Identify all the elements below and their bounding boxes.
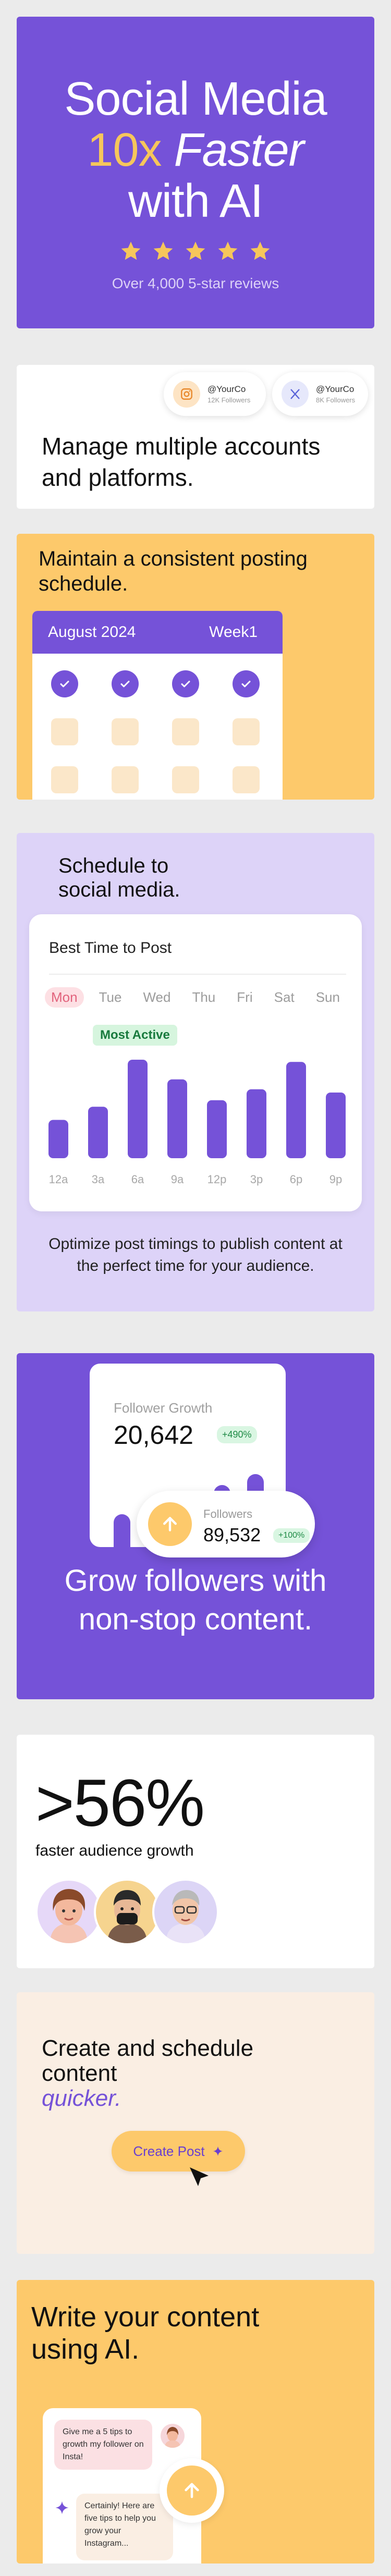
account-handle: @YourCo — [316, 384, 355, 394]
chart-tick-label: 3a — [92, 1173, 105, 1186]
calendar-grid — [51, 670, 261, 793]
growth-section: Follower Growth 20,642 +490% Followers 8… — [17, 1353, 374, 1699]
avatar — [161, 2424, 185, 2448]
stat-section: >56% faster audience growth — [17, 1735, 374, 1968]
chart-bar-12p — [207, 1100, 227, 1158]
account-chip-instagram[interactable]: @YourCo 12K Followers — [164, 372, 266, 416]
check-icon[interactable] — [172, 670, 199, 697]
check-icon[interactable] — [233, 670, 260, 697]
calendar-day[interactable] — [51, 718, 78, 745]
calendar-day[interactable] — [172, 766, 199, 793]
followers-change-badge: +100% — [273, 1528, 310, 1543]
calendar-day[interactable] — [112, 718, 139, 745]
create-post-button[interactable]: Create Post — [112, 2131, 245, 2172]
best-time-title: Schedule to social media. — [58, 854, 180, 901]
x-icon — [282, 381, 309, 408]
account-handle: @YourCo — [207, 384, 246, 394]
reviews-text: Over 4,000 5-star reviews — [112, 275, 279, 291]
create-title: Create and schedule content quicker. — [42, 2036, 261, 2111]
calendar-month: August 2024 — [48, 623, 136, 641]
instagram-icon — [173, 381, 200, 408]
growth-percentage: >56% — [35, 1766, 205, 1841]
calendar-day[interactable] — [51, 766, 78, 793]
hero-section: Social Media 10x Faster with AI Over 4,0… — [17, 17, 374, 328]
schedule-title: Maintain a consistent posting schedule. — [39, 547, 308, 595]
calendar-day[interactable] — [172, 718, 199, 745]
hero-title-line2: 10x Faster — [17, 124, 374, 176]
account-chip-x[interactable]: @YourCo 8K Followers — [272, 372, 368, 416]
best-time-caption: Optimize post timings to publish content… — [48, 1235, 343, 1274]
write-title: Write your content using AI. — [31, 2301, 260, 2365]
schedule-section: Maintain a consistent posting schedule. … — [17, 534, 374, 800]
chart-tick-label: 6p — [290, 1173, 302, 1186]
hero-highlight: 10x — [87, 124, 162, 176]
chart-tick-label: 6a — [131, 1173, 144, 1186]
write-section: Write your content using AI. Give me a 5… — [17, 2280, 374, 2563]
calendar-widget: August 2024 Week1 — [32, 611, 283, 800]
hero-title-line1: Social Media — [64, 73, 327, 125]
chart-bar-9p — [326, 1093, 346, 1158]
send-button[interactable] — [160, 2458, 224, 2523]
follower-growth-value: 20,642 — [114, 1420, 193, 1450]
chart-bar-3a — [88, 1107, 108, 1158]
followers-value: 89,532 — [203, 1524, 261, 1545]
chart-bar-9a — [167, 1079, 187, 1158]
arrow-up-icon — [148, 1502, 192, 1546]
account-followers: 8K Followers — [316, 396, 356, 404]
star-rating — [17, 240, 374, 263]
avatar — [35, 1879, 102, 1945]
avatar — [152, 1879, 219, 1945]
chart-bar-3p — [247, 1089, 266, 1158]
growth-percentage-caption: faster audience growth — [35, 1842, 194, 1859]
best-time-chart: 12a 3a 6a 9a 12p 3p 6p 9p — [48, 1060, 346, 1186]
growth-title: Grow followers with non-stop content. — [64, 1564, 327, 1636]
ai-chat-window: Give me a 5 tips to growth my follower o… — [43, 2408, 224, 2563]
chart-tick-label: 9a — [171, 1173, 184, 1186]
check-icon[interactable] — [51, 670, 78, 697]
chart-bar-6a — [128, 1060, 148, 1158]
chart-bar-12a — [48, 1120, 68, 1158]
avatar — [94, 1879, 161, 1945]
star-icon — [153, 241, 173, 260]
chart-bar-6p — [286, 1062, 306, 1158]
best-time-section: Schedule to social media. Best Time to P… — [17, 833, 374, 1311]
chart-tick-label: 12a — [49, 1173, 68, 1186]
check-icon[interactable] — [112, 670, 139, 697]
hero-italic: Faster — [174, 124, 304, 176]
accounts-title: Manage multiple accounts and platforms. — [42, 433, 321, 491]
chart-tick-label: 3p — [250, 1173, 263, 1186]
growth-change-badge: +490% — [217, 1426, 257, 1443]
account-followers: 12K Followers — [207, 396, 251, 404]
followers-label: Followers — [203, 1507, 253, 1520]
ai-sparkle-icon — [55, 2501, 69, 2514]
user-message: Give me a 5 tips to growth my follower o… — [54, 2420, 152, 2470]
best-time-panel: Best Time to Post Mon Tue Wed Thu Fri Sat Sun … — [29, 914, 362, 1211]
create-section: Create and schedule content quicker. Cre… — [17, 1992, 374, 2254]
create-title-accent: quicker. — [42, 2086, 121, 2111]
accounts-section: @YourCo 12K Followers @YourCo 8K Followe… — [17, 365, 374, 509]
sparkle-icon — [213, 2146, 223, 2156]
star-icon — [218, 241, 238, 260]
star-icon — [121, 241, 141, 260]
growth-bar — [114, 1514, 130, 1547]
follower-growth-label: Follower Growth — [114, 1400, 213, 1416]
chart-tick-label: 12p — [207, 1173, 227, 1186]
create-post-label: Create Post — [133, 2143, 205, 2159]
most-active-badge: Most Active — [93, 1025, 177, 1046]
calendar-week: Week1 — [209, 623, 258, 641]
calendar-day[interactable] — [233, 718, 260, 745]
chart-tick-label: 9p — [329, 1173, 342, 1186]
star-icon — [250, 241, 270, 260]
calendar-header: August 2024 Week1 — [32, 611, 283, 654]
create-title-text: Create and schedule content — [42, 2035, 254, 2086]
arrow-up-icon — [167, 2465, 217, 2516]
calendar-day[interactable] — [233, 766, 260, 793]
star-icon — [186, 241, 205, 260]
hero-title-line3: with AI — [128, 175, 263, 227]
ai-message: Certainly! Here are five tips to help yo… — [76, 2494, 173, 2560]
followers-pill: Followers 89,532 +100% — [137, 1491, 315, 1557]
calendar-day[interactable] — [112, 766, 139, 793]
cursor-icon — [190, 2167, 209, 2186]
